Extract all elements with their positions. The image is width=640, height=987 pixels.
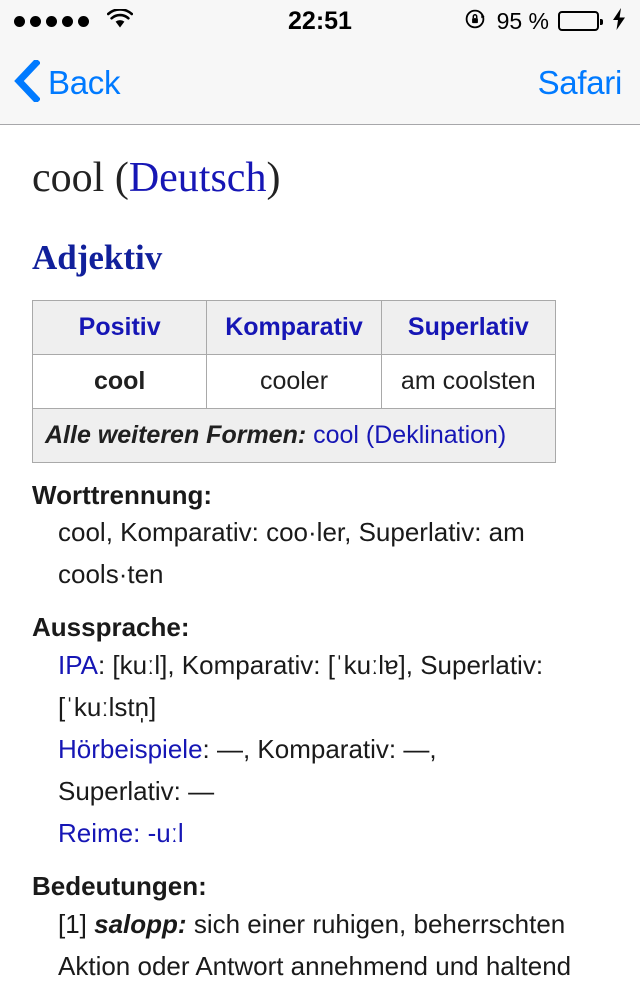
status-bar: 22:51 95 %	[0, 0, 640, 42]
section-label-aussprache: Aussprache:	[32, 612, 190, 643]
section-label-bedeutungen: Bedeutungen:	[32, 871, 207, 902]
table-header-komparativ: Komparativ	[206, 299, 382, 355]
ipa-text: : [kuːl], Komparativ: [ˈkuːlɐ], Superlat…	[97, 649, 544, 680]
section-body-worttrennung: cool, Komparativ: coo·ler, Superlativ: a…	[58, 511, 626, 595]
inflection-table: Positiv Komparativ Superlativ cool coole…	[31, 299, 557, 463]
language-link-deutsch[interactable]: Deutsch	[129, 155, 267, 201]
aussprache-ipa-line-2: [ˈkuːlstn̩]	[58, 692, 157, 723]
battery-icon	[558, 11, 603, 31]
bedeutung-register-label: salopp:	[94, 908, 187, 939]
section-label-worttrennung: Worttrennung:	[32, 479, 213, 510]
table-cell-superlativ: am coolsten	[380, 353, 557, 409]
chevron-left-icon	[14, 57, 41, 107]
reime-line: Reime: -uːl	[58, 812, 614, 854]
aussprache-ipa-line: IPA: [kuːl], Komparativ: [ˈkuːlɐ], Super…	[58, 644, 614, 686]
worttrennung-line-1: cool, Komparativ: coo·ler, Superlativ: a…	[58, 517, 525, 548]
section-body-bedeutungen: [1] salopp: sich einer ruhigen, beherrsc…	[58, 903, 626, 987]
navigation-bar: Back Safari	[0, 42, 640, 125]
table-footer-row: Alle weiteren Formen: cool (Deklination)	[32, 407, 556, 463]
reime-label-link[interactable]: Reime:	[58, 818, 140, 848]
table-cell-positiv: cool	[31, 353, 208, 409]
reime-value-link[interactable]: -uːl	[140, 818, 184, 848]
rotation-lock-icon	[464, 7, 488, 36]
hoerbeispiele-line-2: Superlativ: —	[58, 776, 215, 807]
status-bar-right: 95 %	[464, 7, 626, 36]
page-title-word: cool	[32, 155, 105, 201]
bedeutung-line-2: Aktion oder Antwort annehmend und halten…	[58, 951, 572, 982]
ipa-link[interactable]: IPA	[58, 650, 98, 680]
section-aussprache: Aussprache: IPA: [kuːl], Komparativ: [ˈk…	[14, 611, 626, 854]
table-row: cool cooler am coolsten	[31, 353, 557, 409]
hoerbeispiele-line: Hörbeispiele: —, Komparativ: —,	[58, 728, 614, 770]
page-title-open-paren: (	[104, 155, 129, 201]
bedeutung-text: sich einer ruhigen, beherrschten	[186, 908, 566, 939]
worttrennung-line-2: cools·ten	[58, 559, 164, 590]
article-content: cool (Deutsch) Adjektiv Positiv Komparat…	[0, 125, 640, 987]
table-cell-komparativ: cooler	[206, 353, 382, 409]
wifi-icon	[106, 7, 134, 34]
hoerbeispiele-text: : —, Komparativ: —,	[202, 734, 437, 765]
safari-button[interactable]: Safari	[538, 64, 623, 102]
signal-strength-icon	[14, 15, 89, 27]
page-title: cool (Deutsch)	[32, 155, 626, 201]
table-footer-cell: Alle weiteren Formen: cool (Deklination)	[32, 407, 556, 463]
bedeutung-number: [1]	[58, 908, 95, 939]
bedeutung-line-1: [1] salopp: sich einer ruhigen, beherrsc…	[58, 903, 614, 945]
section-bedeutungen: Bedeutungen: [1] salopp: sich einer ruhi…	[14, 870, 626, 987]
hoerbeispiele-link[interactable]: Hörbeispiele	[58, 734, 203, 764]
back-button[interactable]: Back	[14, 57, 121, 107]
status-bar-left	[14, 7, 134, 34]
page-title-close-paren: )	[266, 155, 281, 201]
deklination-link[interactable]: cool (Deklination)	[306, 421, 506, 449]
table-header-superlativ: Superlativ	[380, 299, 557, 355]
part-of-speech-heading: Adjektiv	[32, 238, 163, 278]
section-worttrennung: Worttrennung: cool, Komparativ: coo·ler,…	[14, 479, 626, 596]
battery-percent-label: 95 %	[496, 7, 549, 34]
section-body-aussprache: IPA: [kuːl], Komparativ: [ˈkuːlɐ], Super…	[58, 644, 626, 855]
back-button-label: Back	[48, 64, 121, 101]
table-header-positiv: Positiv	[31, 299, 208, 355]
table-header-row: Positiv Komparativ Superlativ	[31, 299, 557, 355]
table-footer-label: Alle weiteren Formen:	[45, 420, 307, 449]
lightning-bolt-icon	[612, 7, 626, 35]
